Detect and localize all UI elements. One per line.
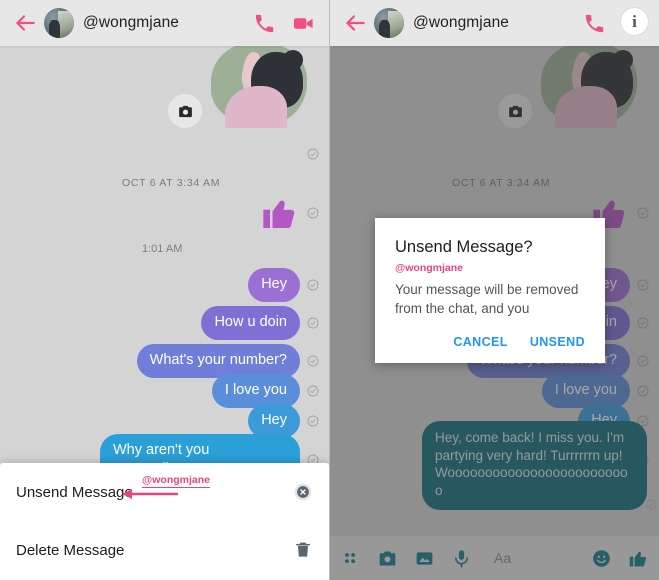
chat-title: @wongmjane: [413, 14, 510, 31]
unsend-circle-icon[interactable]: [293, 482, 313, 502]
message-bubble[interactable]: Hey: [248, 268, 300, 302]
thumbs-up-sticker-icon: [263, 200, 295, 228]
message-row[interactable]: What's your number?: [136, 344, 329, 378]
day-timestamp: OCT 6 AT 3:34 AM: [122, 177, 221, 189]
dialog-title: Unsend Message?: [395, 238, 533, 256]
chat-title: @wongmjane: [83, 14, 180, 31]
unsend-confirm-dialog: Unsend Message? @wongmjane Your message …: [375, 218, 605, 364]
message-actions-sheet: Unsend Message @wongmjane Delete Message: [0, 463, 329, 580]
smiley-icon[interactable]: [591, 548, 612, 569]
day-timestamp: OCT 6 AT 3:34 AM: [452, 177, 551, 189]
delivered-tick-icon: [307, 355, 319, 367]
message-input[interactable]: Aa: [488, 550, 575, 566]
message-row[interactable]: I love you: [211, 374, 329, 408]
camera-chip-icon[interactable]: [168, 94, 202, 128]
sheet-item-delete-message[interactable]: Delete Message: [0, 521, 329, 579]
sheet-item-label: Delete Message: [16, 541, 125, 559]
right-screen: @wongmjane OCT 6 AT 3:34 AM I love you H…: [329, 0, 659, 580]
delivered-tick-icon: [637, 317, 649, 329]
message-row[interactable]: I love you: [541, 374, 659, 408]
selfie-sticker: [205, 46, 313, 128]
unsend-button[interactable]: UNSEND: [530, 335, 585, 349]
phone-icon[interactable]: [253, 12, 276, 35]
photo-gallery-icon[interactable]: [414, 548, 435, 569]
time-separator: 1:01 AM: [142, 243, 183, 255]
chat-header: @wongmjane: [0, 0, 329, 46]
thumbs-up-icon[interactable]: [628, 548, 649, 569]
trash-icon[interactable]: [293, 540, 313, 560]
message-bubble[interactable]: What's your number?: [136, 344, 300, 378]
delivered-tick-icon: [637, 207, 649, 219]
delivered-tick-icon: [637, 385, 649, 397]
dual-screenshot-comparison: @wongmjane OCT 6 AT 3:34 AM 1:01 AM Hey …: [0, 0, 659, 580]
camera-chip-icon[interactable]: [498, 94, 532, 128]
header-actions: [253, 12, 317, 35]
camera-icon[interactable]: [377, 548, 398, 569]
microphone-icon[interactable]: [451, 548, 472, 569]
dialog-body: Your message will be removed from the ch…: [395, 282, 579, 317]
message-bubble[interactable]: Hey: [248, 404, 300, 438]
delivered-tick-icon: [646, 499, 657, 510]
arrow-icon: [122, 489, 178, 499]
camera-icon: [178, 105, 192, 117]
info-icon[interactable]: i: [621, 8, 648, 35]
avatar[interactable]: [374, 8, 404, 38]
camera-icon: [508, 105, 522, 117]
delivered-tick-icon: [307, 317, 319, 329]
message-row[interactable]: Hey: [248, 268, 329, 302]
delivered-tick-icon: [307, 148, 319, 160]
dialog-watermark: @wongmjane: [395, 262, 463, 274]
message-composer: Aa: [330, 536, 659, 580]
message-bubble[interactable]: I love you: [211, 374, 300, 408]
apps-grid-icon[interactable]: [340, 548, 361, 569]
back-arrow-icon[interactable]: [12, 10, 38, 36]
delivered-tick-icon: [637, 279, 649, 291]
message-bubble[interactable]: I love you: [541, 374, 630, 408]
left-screen: @wongmjane OCT 6 AT 3:34 AM 1:01 AM Hey …: [0, 0, 329, 580]
dialog-actions: CANCEL UNSEND: [395, 335, 585, 353]
delivered-tick-icon: [307, 207, 319, 219]
phone-icon[interactable]: [583, 12, 606, 35]
delivered-tick-icon: [307, 279, 319, 291]
chat-header: @wongmjane: [330, 0, 659, 46]
long-message-bubble[interactable]: Hey, come back! I miss you. I'm partying…: [422, 420, 647, 510]
message-bubble[interactable]: How u doin: [201, 306, 300, 340]
avatar[interactable]: [44, 8, 74, 38]
delivered-tick-icon: [637, 355, 649, 367]
cancel-button[interactable]: CANCEL: [453, 335, 507, 349]
annotation-watermark: @wongmjane: [142, 474, 210, 488]
selfie-sticker: [535, 46, 643, 128]
video-camera-icon[interactable]: [292, 12, 315, 35]
delivered-tick-icon: [307, 385, 319, 397]
sheet-item-unsend-message[interactable]: Unsend Message @wongmjane: [0, 463, 329, 521]
delivered-tick-icon: [307, 415, 319, 427]
back-arrow-icon[interactable]: [342, 10, 368, 36]
left-arrow-annotation: @wongmjane: [120, 474, 216, 503]
message-row[interactable]: How u doin: [201, 306, 329, 340]
message-row[interactable]: Hey: [248, 404, 329, 438]
message-row[interactable]: [260, 193, 329, 233]
